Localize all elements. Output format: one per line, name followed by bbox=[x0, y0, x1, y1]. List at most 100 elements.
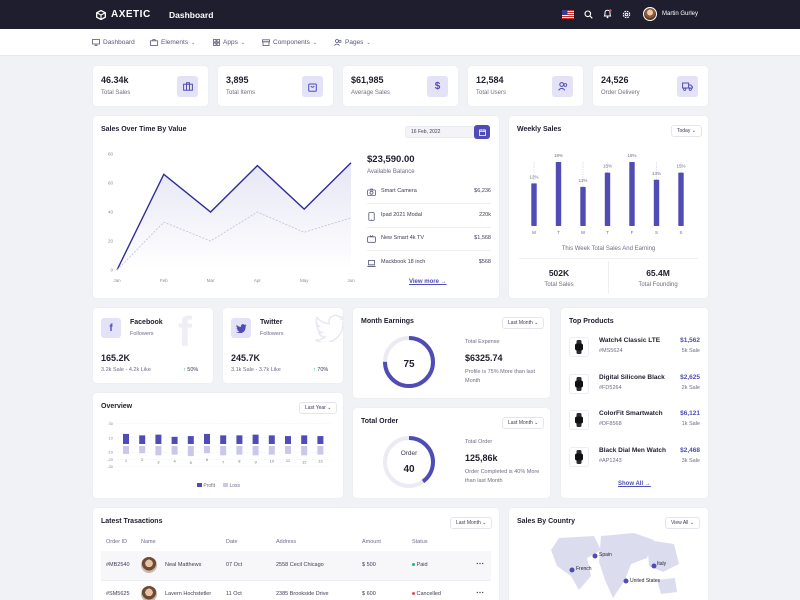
x-tick-label: 7 bbox=[222, 459, 225, 464]
watch-icon bbox=[569, 410, 589, 430]
chevron-down-icon: ⌄ bbox=[191, 39, 196, 46]
dollar-icon: $ bbox=[427, 76, 448, 97]
x-tick-label: 11 bbox=[286, 458, 291, 463]
product-list-item[interactable]: Mackbook 18 inch $568 bbox=[367, 254, 491, 274]
loss-bar bbox=[123, 446, 129, 454]
facebook-watermark-icon: f bbox=[178, 308, 192, 355]
weekly-bar bbox=[531, 183, 537, 226]
product-value: $6,236 bbox=[474, 188, 491, 194]
watch-icon bbox=[569, 373, 589, 394]
loss-bar bbox=[285, 446, 291, 454]
last-month-dropdown[interactable]: Last Month ⌄ bbox=[450, 517, 493, 529]
map-label-french: French bbox=[576, 566, 592, 572]
last-month-dropdown[interactable]: Last Month ⌄ bbox=[502, 317, 545, 329]
col-header-address: Address bbox=[276, 539, 297, 545]
arrow-right-icon: → bbox=[644, 481, 651, 487]
avatar[interactable] bbox=[643, 7, 657, 21]
profit-bar bbox=[268, 435, 275, 444]
facebook-percent: ↑ 50% bbox=[183, 367, 199, 373]
x-tick-label: Apr bbox=[254, 278, 262, 283]
col-header-date: Date bbox=[226, 539, 238, 545]
order-note: Order Completed is 40% More than last Mo… bbox=[465, 469, 540, 485]
user-name[interactable]: Martin Gurley bbox=[662, 11, 698, 17]
view-more-link[interactable]: View more → bbox=[409, 279, 447, 285]
us-flag-icon[interactable] bbox=[562, 10, 574, 19]
truck-icon bbox=[677, 76, 698, 97]
order-date: 07 Oct bbox=[226, 562, 243, 568]
today-dropdown[interactable]: Today ⌄ bbox=[671, 125, 702, 137]
search-icon[interactable] bbox=[584, 10, 593, 19]
facebook-detail: 3.2k Sale - 4.2k Like bbox=[101, 367, 151, 373]
menu-item-components[interactable]: Components ⌄ bbox=[262, 39, 317, 46]
calendar-button[interactable] bbox=[474, 125, 490, 139]
top-product-item[interactable]: Digital Silicone Black #FD5264 $2,625 2k… bbox=[569, 371, 700, 401]
product-sale: 3k Sale bbox=[681, 457, 700, 464]
box-icon bbox=[262, 39, 270, 46]
x-tick-label: 2 bbox=[141, 457, 144, 462]
status-dot bbox=[412, 563, 415, 567]
product-list-item[interactable]: Smart Camera $6,236 bbox=[367, 183, 491, 203]
customer-name: Neal Matthews bbox=[165, 562, 202, 568]
top-product-item[interactable]: Black Dial Men Watch #AP1243 $2,468 3k S… bbox=[569, 444, 700, 474]
stat-value: 46.34k bbox=[101, 75, 129, 85]
loss-bar bbox=[236, 446, 243, 455]
product-name: Black Dial Men Watch bbox=[599, 446, 666, 454]
stat-value: 12,584 bbox=[476, 75, 504, 85]
chevron-down-icon: ⌄ bbox=[534, 320, 539, 326]
tv-icon bbox=[367, 235, 376, 243]
menu-label: Elements bbox=[161, 39, 189, 46]
sales-over-time-card: Sales Over Time By Value 16 Feb, 2022 0 2… bbox=[93, 116, 499, 298]
loss-bar bbox=[204, 446, 210, 454]
x-tick-label: T bbox=[557, 230, 560, 235]
top-product-item[interactable]: Watch4 Classic LTE #MS5624 $1,562 5k Sal… bbox=[569, 334, 700, 364]
x-tick-label: 6 bbox=[206, 457, 209, 462]
order-address: 2558 Cecil Chicago bbox=[276, 562, 324, 568]
x-tick-label: M bbox=[532, 230, 536, 235]
users-icon bbox=[552, 76, 573, 97]
y-tick-label: -20 bbox=[107, 457, 114, 462]
product-value: $568 bbox=[478, 258, 491, 265]
top-product-item[interactable]: ColorFit Smartwatch #DF8568 $6,121 1k Sa… bbox=[569, 407, 700, 437]
gear-icon[interactable] bbox=[622, 10, 631, 19]
more-actions-icon[interactable]: ⋯ bbox=[476, 588, 484, 597]
loss-bar bbox=[301, 446, 308, 456]
date-input[interactable]: 16 Feb, 2022 bbox=[405, 126, 477, 138]
product-name: ColorFit Smartwatch bbox=[599, 410, 663, 417]
twitter-card: Twitter Followers 245.7K 3.1k Sale - 3.7… bbox=[223, 308, 343, 383]
menu-item-apps[interactable]: Apps ⌄ bbox=[213, 39, 245, 46]
bar-value-label: 12% bbox=[529, 174, 538, 179]
menu-label: Components bbox=[273, 39, 310, 46]
x-tick-label: Jun bbox=[347, 278, 355, 283]
brand-logo[interactable]: AXETIC bbox=[96, 9, 151, 20]
loss-bar bbox=[187, 446, 194, 457]
order-label: Total Order bbox=[465, 439, 493, 445]
menu-label: Apps bbox=[223, 39, 238, 46]
loss-bar bbox=[220, 446, 227, 456]
product-code: #FD5264 bbox=[599, 384, 622, 391]
last-month-dropdown[interactable]: Last Month ⌄ bbox=[502, 417, 545, 429]
chevron-down-icon: ⌄ bbox=[366, 39, 371, 46]
x-tick-label: S bbox=[679, 230, 682, 235]
order-date: 11 Oct bbox=[226, 590, 242, 597]
expense-label: Total Expense bbox=[465, 339, 500, 345]
more-actions-icon[interactable]: ⋯ bbox=[476, 559, 484, 568]
product-code: #DF8568 bbox=[599, 421, 622, 427]
bar-value-label: 13% bbox=[652, 171, 661, 176]
twitter-detail: 3.1k Sale - 3.7k Like bbox=[231, 367, 281, 373]
laptop-icon bbox=[367, 259, 376, 267]
profit-bar bbox=[285, 436, 291, 444]
last-year-dropdown[interactable]: Last Year ⌄ bbox=[299, 402, 338, 414]
card-title: Sales Over Time By Value bbox=[101, 126, 187, 133]
menu-item-pages[interactable]: Pages ⌄ bbox=[334, 39, 371, 46]
product-list-item[interactable]: Ipad 2021 Modal 220k bbox=[367, 207, 491, 227]
product-value: $1,568 bbox=[474, 235, 491, 241]
menu-item-dashboard[interactable]: Dashboard bbox=[92, 39, 135, 46]
bell-icon[interactable] bbox=[603, 9, 612, 19]
product-list-item[interactable]: New Smart 4k TV $1,568 bbox=[367, 230, 491, 250]
menu-item-elements[interactable]: Elements ⌄ bbox=[150, 39, 195, 46]
menu-label: Pages bbox=[345, 39, 364, 46]
y-tick-label: -30 bbox=[107, 464, 114, 469]
show-all-link[interactable]: Show All → bbox=[618, 481, 651, 487]
menu-label: Dashboard bbox=[103, 39, 135, 46]
product-value: 220k bbox=[479, 211, 491, 218]
